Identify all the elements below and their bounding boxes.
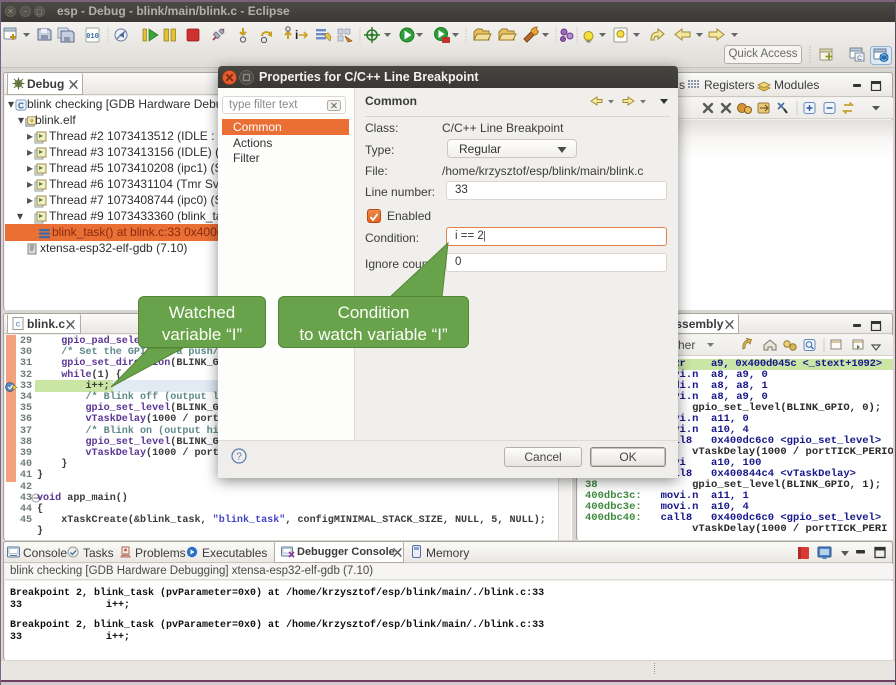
- svg-text:C: C: [18, 100, 24, 110]
- svg-text:010: 010: [86, 33, 99, 41]
- svg-text:c: c: [16, 321, 21, 330]
- svg-text:C: C: [857, 55, 862, 62]
- svg-text:?: ?: [236, 452, 242, 463]
- svg-text:i: i: [295, 28, 298, 42]
